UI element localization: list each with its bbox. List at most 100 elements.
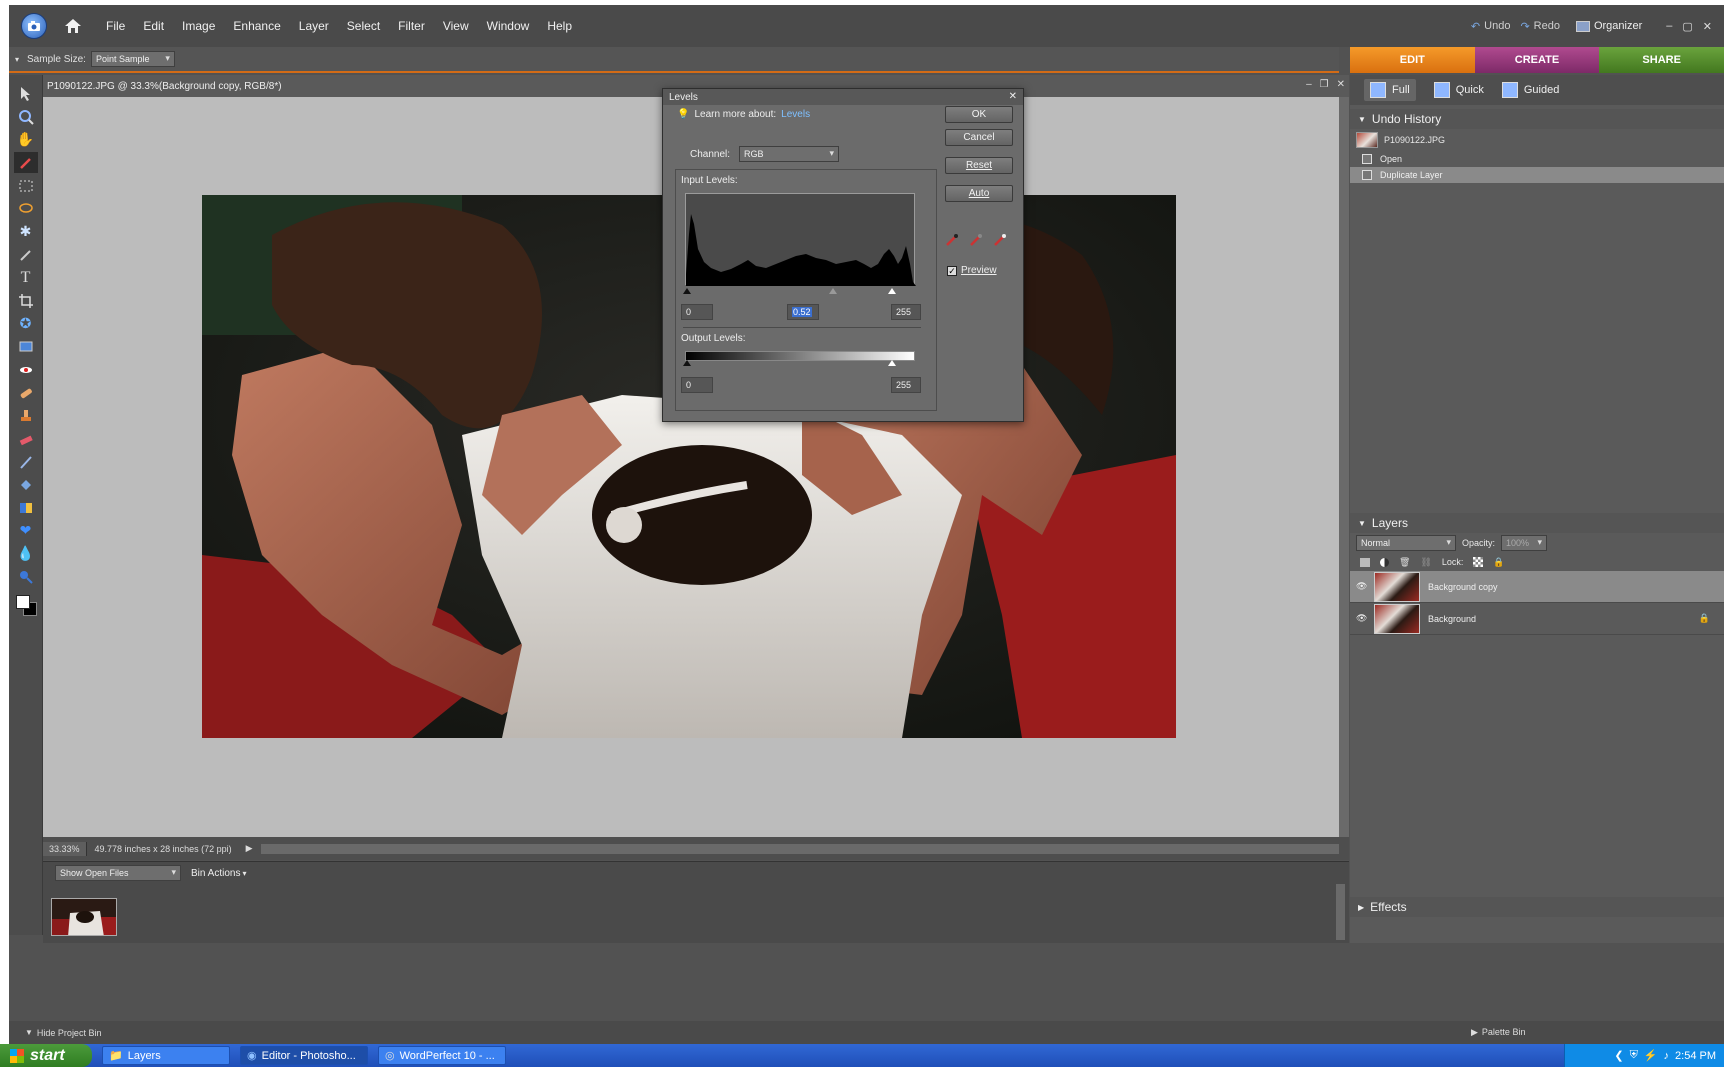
tab-share[interactable]: SHARE: [1599, 47, 1724, 73]
eyedropper-tool-icon[interactable]: [13, 152, 38, 173]
output-black-slider[interactable]: [683, 360, 691, 366]
preview-checkbox[interactable]: ✓ Preview: [947, 265, 997, 276]
lock-all-icon[interactable]: 🔒: [1493, 557, 1504, 568]
trash-icon[interactable]: 🗑: [1399, 557, 1410, 568]
hide-project-bin-icon[interactable]: ▼: [25, 1028, 33, 1037]
custom-shape-tool-icon[interactable]: ❤: [14, 520, 38, 541]
straighten-tool-icon[interactable]: [14, 336, 38, 357]
menu-view[interactable]: View: [440, 17, 472, 35]
close-icon[interactable]: ✕: [1703, 20, 1712, 33]
status-menu-arrow-icon[interactable]: ▶: [246, 843, 253, 854]
tab-edit[interactable]: EDIT: [1350, 47, 1475, 73]
crop-tool-icon[interactable]: [14, 290, 38, 311]
cancel-button[interactable]: Cancel: [945, 129, 1013, 146]
taskbar-item-layers[interactable]: 📁 Layers: [102, 1046, 230, 1065]
marquee-tool-icon[interactable]: [14, 175, 38, 196]
blend-mode-select[interactable]: Normal: [1356, 535, 1456, 551]
menu-select[interactable]: Select: [344, 17, 383, 35]
home-icon[interactable]: [61, 14, 85, 38]
magic-wand-tool-icon[interactable]: ✱: [14, 221, 38, 242]
type-tool-icon[interactable]: T: [14, 267, 38, 288]
input-white-field[interactable]: 255: [891, 304, 921, 320]
effects-header[interactable]: ▶ Effects: [1350, 897, 1724, 917]
brush-tool-icon[interactable]: [14, 451, 38, 472]
link-layer-icon[interactable]: ⛓: [1420, 557, 1431, 568]
menu-filter[interactable]: Filter: [395, 17, 428, 35]
checkmark-icon[interactable]: ✓: [947, 265, 957, 276]
menu-help[interactable]: Help: [544, 17, 575, 35]
redo-button[interactable]: ↷ Redo: [1520, 20, 1560, 33]
open-file-thumbnail[interactable]: [51, 898, 117, 936]
history-snapshot[interactable]: P1090122.JPG: [1350, 129, 1724, 151]
options-collapse-icon[interactable]: ▾: [15, 55, 19, 64]
mode-quick[interactable]: Quick: [1433, 82, 1484, 98]
undo-button[interactable]: ↶ Undo: [1471, 20, 1511, 33]
channel-select[interactable]: RGB: [739, 146, 840, 162]
zoom-level[interactable]: 33.33%: [43, 841, 87, 856]
adjustment-layer-icon[interactable]: [1380, 557, 1389, 567]
learn-more-link[interactable]: Levels: [781, 109, 810, 120]
menu-edit[interactable]: Edit: [140, 17, 167, 35]
mode-guided[interactable]: Guided: [1501, 82, 1559, 98]
black-point-eyedropper-icon[interactable]: [945, 233, 959, 250]
menu-layer[interactable]: Layer: [296, 17, 332, 35]
output-white-field[interactable]: 255: [891, 377, 921, 393]
hide-project-bin-button[interactable]: Hide Project Bin: [37, 1028, 102, 1038]
doc-close-icon[interactable]: ✕: [1337, 79, 1345, 90]
layer-row-background-copy[interactable]: 👁 Background copy: [1350, 571, 1724, 603]
bin-actions-menu[interactable]: Bin Actions: [191, 868, 240, 879]
show-open-files-select[interactable]: Show Open Files: [55, 865, 181, 881]
taskbar-item-wordperfect[interactable]: ◎ WordPerfect 10 - ...: [378, 1046, 506, 1065]
lock-transparency-icon[interactable]: [1473, 557, 1484, 567]
input-black-slider[interactable]: [683, 288, 691, 294]
selection-brush-tool-icon[interactable]: [14, 244, 38, 265]
input-gamma-slider[interactable]: [829, 288, 837, 294]
cookie-cutter-tool-icon[interactable]: ✪: [14, 313, 38, 334]
tray-back-icon[interactable]: ❮: [1614, 1049, 1623, 1062]
dialog-close-icon[interactable]: ✕: [1009, 91, 1017, 102]
start-button[interactable]: start: [0, 1044, 92, 1067]
organizer-button[interactable]: Organizer: [1575, 20, 1642, 32]
input-white-slider[interactable]: [888, 288, 896, 294]
tray-volume-icon[interactable]: ♪: [1664, 1050, 1670, 1062]
paint-bucket-tool-icon[interactable]: [14, 474, 38, 495]
sponge-tool-icon[interactable]: [14, 566, 38, 587]
clone-stamp-tool-icon[interactable]: [14, 405, 38, 426]
layer-row-background[interactable]: 👁 Background 🔒: [1350, 603, 1724, 635]
color-swatches[interactable]: [14, 593, 38, 617]
taskbar-item-editor[interactable]: ◉ Editor - Photosho...: [240, 1046, 368, 1065]
palette-bin-button[interactable]: ▶ Palette Bin: [1471, 1027, 1525, 1038]
zoom-tool-icon[interactable]: [14, 106, 38, 127]
mode-full[interactable]: Full: [1364, 79, 1416, 101]
maximize-icon[interactable]: ▢: [1682, 20, 1692, 33]
opacity-input[interactable]: 100%: [1501, 535, 1548, 551]
lasso-tool-icon[interactable]: [14, 198, 38, 219]
white-point-eyedropper-icon[interactable]: [993, 233, 1007, 250]
tray-network-icon[interactable]: ⚡: [1644, 1049, 1658, 1062]
auto-button[interactable]: Auto: [945, 185, 1013, 202]
foreground-color-swatch[interactable]: [15, 595, 30, 609]
input-gamma-field[interactable]: 0.52: [787, 304, 819, 320]
reset-button[interactable]: Reset: [945, 157, 1013, 174]
visibility-eye-icon[interactable]: 👁: [1356, 613, 1367, 624]
new-layer-icon[interactable]: [1360, 557, 1370, 567]
minimize-icon[interactable]: –: [1666, 20, 1672, 33]
menu-enhance[interactable]: Enhance: [230, 17, 283, 35]
undo-history-header[interactable]: ▼ Undo History: [1350, 109, 1724, 129]
move-tool-icon[interactable]: [14, 83, 38, 104]
sample-size-select[interactable]: Point Sample: [90, 51, 175, 67]
healing-brush-tool-icon[interactable]: [14, 382, 38, 403]
eraser-tool-icon[interactable]: [14, 428, 38, 449]
output-black-field[interactable]: 0: [681, 377, 713, 393]
hand-tool-icon[interactable]: ✋: [14, 129, 38, 150]
ok-button[interactable]: OK: [945, 106, 1013, 123]
camera-logo-icon[interactable]: [21, 13, 47, 39]
vertical-scrollbar[interactable]: [1339, 97, 1349, 837]
output-white-slider[interactable]: [888, 360, 896, 366]
gradient-tool-icon[interactable]: [14, 497, 38, 518]
doc-minimize-icon[interactable]: –: [1306, 79, 1312, 90]
horizontal-scrollbar[interactable]: [260, 843, 1339, 854]
clock[interactable]: 2:54 PM: [1675, 1050, 1716, 1062]
history-item-open[interactable]: Open: [1350, 151, 1724, 167]
history-item-duplicate-layer[interactable]: Duplicate Layer: [1350, 167, 1724, 183]
